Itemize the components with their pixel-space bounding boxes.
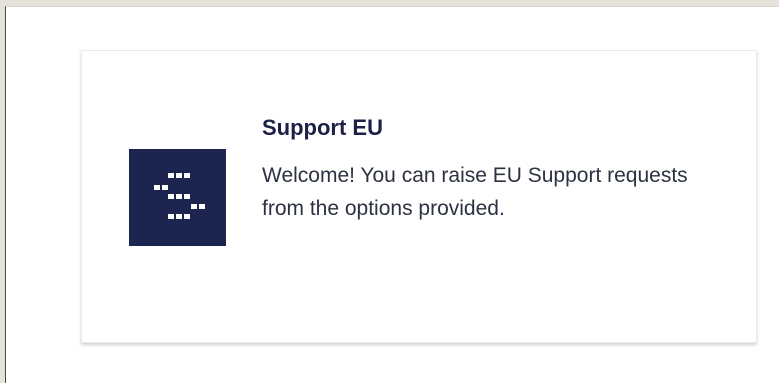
card-content: Support EU Welcome! You can raise EU Sup… [262,115,722,225]
card-description: Welcome! You can raise EU Support reques… [262,164,688,220]
support-eu-card[interactable]: Support EU Welcome! You can raise EU Sup… [81,50,757,343]
support-eu-logo-icon [129,149,226,246]
page-frame: Support EU Welcome! You can raise EU Sup… [5,6,779,383]
card-title: Support EU [262,115,383,140]
